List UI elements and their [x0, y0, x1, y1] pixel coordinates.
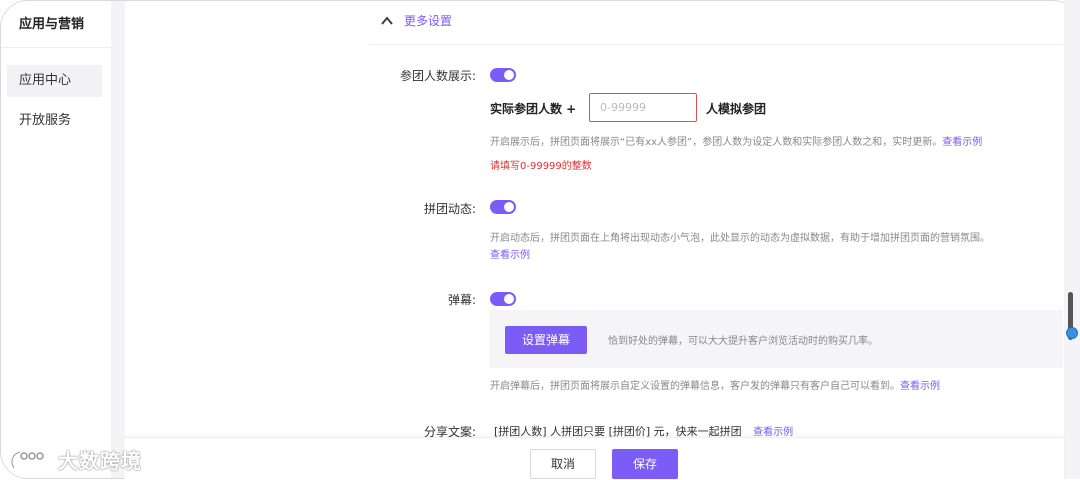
participants-prefix: 实际参团人数 +	[490, 102, 577, 116]
section-divider	[370, 44, 1063, 45]
more-settings-toggle[interactable]: 更多设置	[380, 12, 452, 29]
scroll-area-band	[1064, 0, 1080, 479]
sidebar: 应用与营销 应用中心 开放服务	[1, 1, 111, 478]
dynamics-example-link[interactable]: 查看示例	[490, 246, 530, 261]
participants-toggle[interactable]	[490, 68, 516, 82]
sidebar-item-label: 应用中心	[19, 73, 72, 88]
sidebar-item-app-center[interactable]: 应用中心	[7, 65, 102, 97]
participants-desc-text: 开启展示后，拼团页面将展示“已有xx人参团”，参团人数为设定人数和实际参团人数之…	[490, 137, 943, 148]
watermark-text: 大数跨境	[58, 449, 142, 473]
participants-description: 开启展示后，拼团页面将展示“已有xx人参团”，参团人数为设定人数和实际参团人数之…	[490, 133, 982, 148]
danmu-example-link[interactable]: 查看示例	[900, 381, 940, 392]
danmu-description: 开启弹幕后，拼团页面将展示自定义设置的弹幕信息，客户发的弹幕只有客户自己可以看到…	[490, 377, 940, 392]
cancel-button[interactable]: 取消	[530, 449, 596, 479]
watermark: 大数跨境	[8, 445, 142, 474]
chevron-up-icon	[381, 16, 393, 25]
danmu-toggle[interactable]	[490, 292, 516, 306]
content-gutter	[111, 1, 125, 478]
section-title: 更多设置	[404, 14, 453, 28]
participants-label: 参团人数展示:	[399, 69, 476, 83]
sidebar-item-label: 开放服务	[19, 113, 72, 128]
danmu-desc-text: 开启弹幕后，拼团页面将展示自定义设置的弹幕信息，客户发的弹幕只有客户自己可以看到…	[490, 381, 900, 392]
participants-error: 请填写0-99999的整数	[490, 161, 592, 172]
scrollbar-handle[interactable]	[1066, 327, 1078, 339]
danmu-hint: 恰到好处的弹幕，可以大大提升客户浏览活动时的购买几率。	[608, 336, 878, 347]
participants-suffix: 人模拟参团	[706, 102, 767, 116]
participants-example-link[interactable]: 查看示例	[942, 137, 982, 148]
set-danmu-button[interactable]: 设置弹幕	[505, 326, 587, 354]
participants-count-input[interactable]: 0-99999	[589, 93, 697, 122]
danmu-label: 弹幕:	[447, 293, 476, 307]
dynamics-description: 开启动态后，拼团页面在上角将出现动态小气泡，此处显示的动态为虚拟数据，有助于增加…	[490, 233, 990, 244]
watermark-logo-icon	[10, 450, 44, 469]
dynamics-label: 拼团动态:	[423, 202, 476, 216]
sidebar-divider	[1, 47, 111, 48]
save-button[interactable]: 保存	[612, 449, 678, 479]
sidebar-title: 应用与营销	[19, 17, 85, 32]
dynamics-toggle[interactable]	[490, 200, 516, 214]
danmu-settings-box: 设置弹幕 恰到好处的弹幕，可以大大提升客户浏览活动时的购买几率。	[490, 310, 1063, 368]
sidebar-item-open-services[interactable]: 开放服务	[7, 105, 102, 137]
